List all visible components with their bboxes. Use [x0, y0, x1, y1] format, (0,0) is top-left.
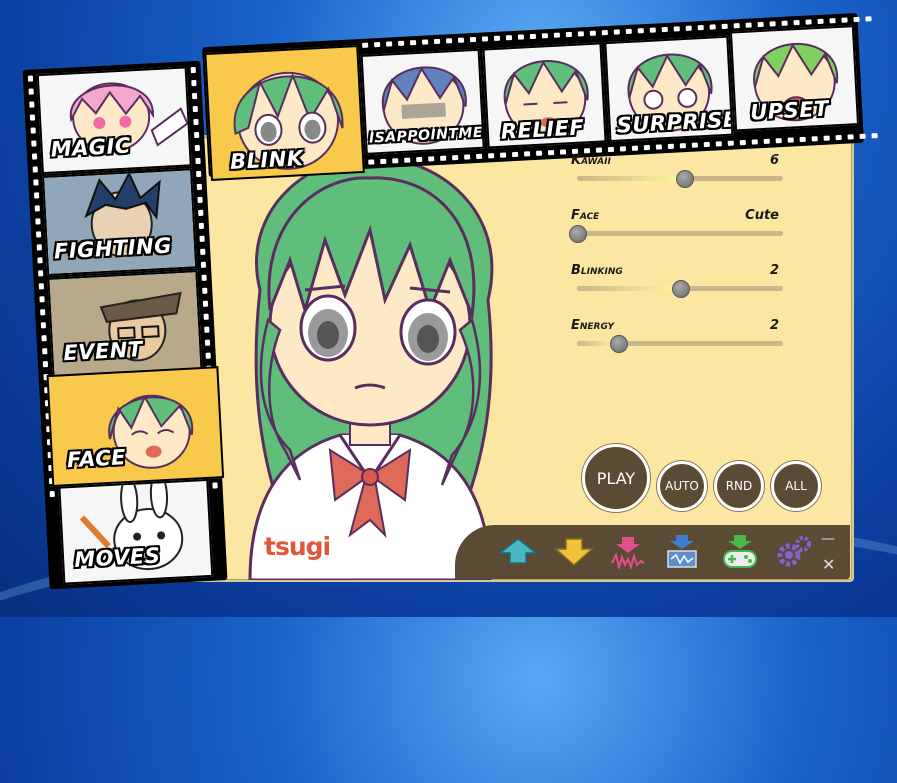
slider-value: Cute [745, 208, 779, 223]
settings-gears-icon[interactable] [770, 533, 816, 571]
rnd-button[interactable]: RND [714, 461, 764, 511]
category-magic[interactable]: Magic [36, 66, 192, 175]
category-fighting[interactable]: Fighting [42, 168, 198, 276]
expression-label: Upset [749, 96, 830, 125]
all-button[interactable]: ALL [771, 461, 821, 511]
category-face[interactable]: Face [46, 366, 225, 488]
gamepad-icon[interactable] [717, 533, 763, 571]
category-label: Moves [73, 543, 161, 572]
slider-label: Kawaii [571, 153, 611, 168]
slider-knob[interactable] [672, 280, 690, 298]
slider-label: Energy [571, 318, 615, 333]
minimize-button[interactable]: — [821, 531, 835, 547]
category-filmstrip: Magic Fighting Event Face [22, 60, 228, 590]
slider-track[interactable] [569, 225, 783, 243]
slider-track[interactable] [577, 280, 783, 298]
close-button[interactable]: ✕ [822, 555, 835, 574]
slider-label: Blinking [571, 263, 623, 278]
slider-knob[interactable] [676, 170, 695, 188]
tsugi-logo: tsugi [264, 532, 331, 561]
save-sound-icon[interactable] [659, 533, 705, 571]
expression-label: Relief [500, 115, 585, 144]
expression-upset[interactable]: Upset [729, 25, 860, 132]
download-arrow-icon[interactable] [551, 533, 597, 571]
category-label: Magic [50, 133, 132, 162]
slider-knob[interactable] [569, 225, 587, 243]
expression-relief[interactable]: Relief [482, 42, 607, 149]
category-label: Face [66, 445, 127, 473]
character-preview [248, 156, 494, 580]
slider-track[interactable] [577, 335, 783, 353]
slider-label: Face [571, 208, 600, 223]
category-event[interactable]: Event [47, 270, 203, 378]
expression-label: Blink [229, 146, 305, 174]
slider-value: 2 [769, 318, 779, 333]
waveform-icon[interactable] [605, 533, 651, 571]
category-label: Event [62, 337, 144, 366]
slider-value: 2 [769, 263, 779, 278]
upload-arrow-icon[interactable] [495, 533, 541, 571]
expression-disappointment[interactable]: isappointment [360, 48, 485, 155]
slider-track[interactable] [577, 170, 783, 188]
slider-value: 6 [769, 153, 779, 168]
expression-blink[interactable]: Blink [204, 45, 365, 181]
auto-button[interactable]: AUTO [657, 461, 707, 511]
category-moves[interactable]: Moves [58, 478, 214, 585]
expression-surprise[interactable]: Surprise [604, 35, 734, 143]
bottom-toolbar: — ✕ [455, 525, 850, 579]
play-button[interactable]: PLAY [582, 444, 650, 512]
